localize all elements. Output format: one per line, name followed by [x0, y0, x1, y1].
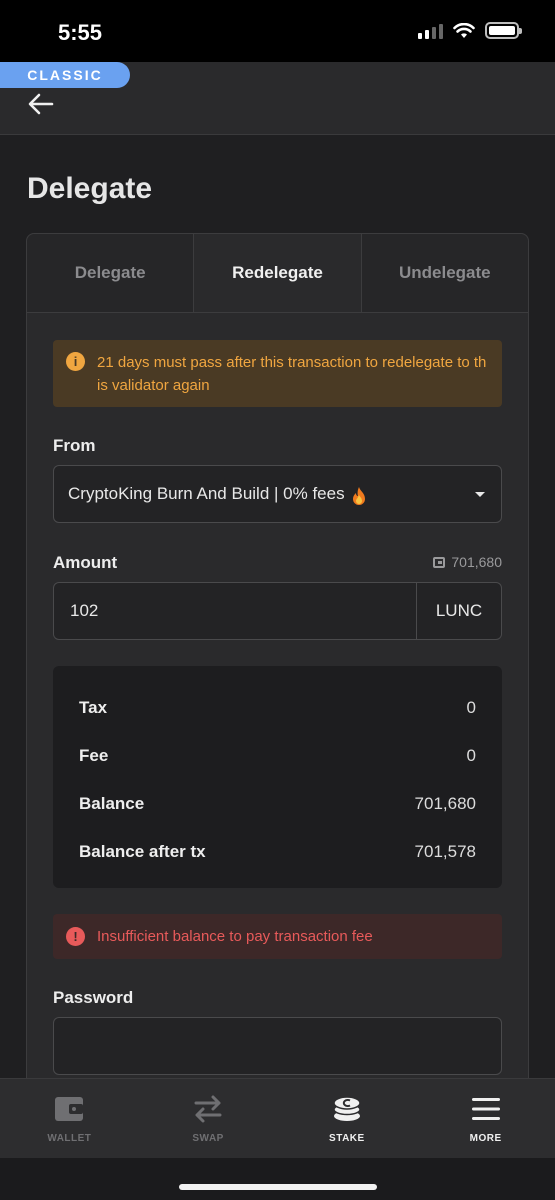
- amount-input[interactable]: 102: [54, 583, 416, 639]
- summary-row-tax: Tax 0: [79, 684, 476, 732]
- nav-swap[interactable]: SWAP: [139, 1079, 278, 1158]
- nav-wallet[interactable]: WALLET: [0, 1079, 139, 1158]
- status-icons: [418, 22, 522, 39]
- wifi-icon: [453, 22, 475, 38]
- summary-key: Balance after tx: [79, 842, 206, 861]
- chevron-down-icon: [475, 492, 485, 497]
- nav-label: MORE: [469, 1133, 502, 1144]
- amount-field: 102 LUNC: [53, 582, 502, 640]
- fee-summary: Tax 0 Fee 0 Balance 701,680 Balance afte…: [53, 666, 502, 888]
- from-validator-select[interactable]: CryptoKing Burn And Build | 0% fees: [53, 465, 502, 523]
- fire-icon: [352, 487, 365, 505]
- from-validator-value: CryptoKing Burn And Build | 0% fees: [68, 484, 345, 503]
- summary-key: Balance: [79, 794, 145, 813]
- menu-icon: [471, 1098, 500, 1120]
- delegate-card: Delegate Redelegate Undelegate i 21 days…: [26, 233, 529, 1078]
- available-balance-value: 701,680: [451, 554, 502, 570]
- nav-stake[interactable]: STAKE: [278, 1079, 417, 1158]
- tab-bar: Delegate Redelegate Undelegate: [27, 234, 528, 313]
- nav-label: WALLET: [47, 1133, 92, 1144]
- password-label: Password: [53, 988, 134, 1007]
- wallet-icon: [55, 1097, 84, 1121]
- summary-value: 0: [466, 746, 476, 765]
- status-time: 5:55: [58, 20, 103, 45]
- alert-icon: !: [66, 927, 85, 946]
- summary-value: 0: [466, 698, 476, 717]
- warning-text: 21 days must pass after this transaction…: [97, 354, 487, 394]
- stake-icon: [333, 1096, 361, 1121]
- summary-row-fee: Fee 0: [79, 732, 476, 780]
- summary-value: 701,578: [414, 842, 476, 861]
- nav-label: SWAP: [192, 1133, 224, 1144]
- home-indicator[interactable]: [179, 1184, 377, 1190]
- tab-redelegate[interactable]: Redelegate: [194, 234, 362, 312]
- from-label: From: [53, 436, 96, 455]
- summary-key: Tax: [79, 698, 108, 717]
- summary-key: Fee: [79, 746, 109, 765]
- bottom-nav: WALLET SWAP STAKE MORE: [0, 1078, 555, 1158]
- wallet-icon: [433, 556, 446, 568]
- info-icon: i: [66, 352, 85, 371]
- page-title: Delegate: [27, 172, 153, 205]
- amount-unit: LUNC: [416, 583, 501, 639]
- battery-icon: [485, 22, 522, 39]
- tab-undelegate[interactable]: Undelegate: [361, 234, 528, 312]
- top-bar: CLASSIC: [0, 62, 555, 135]
- available-balance[interactable]: 701,680: [433, 554, 502, 570]
- summary-row-balance: Balance 701,680: [79, 780, 476, 828]
- home-indicator-area: [0, 1158, 555, 1200]
- nav-more[interactable]: MORE: [416, 1079, 555, 1158]
- summary-row-balance-after: Balance after tx 701,578: [79, 828, 476, 876]
- cellular-signal-icon: [418, 23, 443, 39]
- amount-label: Amount: [53, 553, 118, 572]
- status-bar: 5:55: [0, 0, 555, 62]
- classic-badge: CLASSIC: [0, 62, 130, 88]
- error-text: Insufficient balance to pay transaction …: [97, 928, 373, 945]
- nav-label: STAKE: [329, 1133, 365, 1144]
- summary-value: 701,680: [414, 794, 476, 813]
- password-input[interactable]: [53, 1017, 502, 1075]
- warning-banner: i 21 days must pass after this transacti…: [53, 340, 502, 407]
- error-banner: ! Insufficient balance to pay transactio…: [53, 914, 502, 959]
- tab-delegate[interactable]: Delegate: [27, 234, 195, 312]
- back-arrow-icon[interactable]: [28, 92, 54, 116]
- swap-icon: [194, 1095, 222, 1123]
